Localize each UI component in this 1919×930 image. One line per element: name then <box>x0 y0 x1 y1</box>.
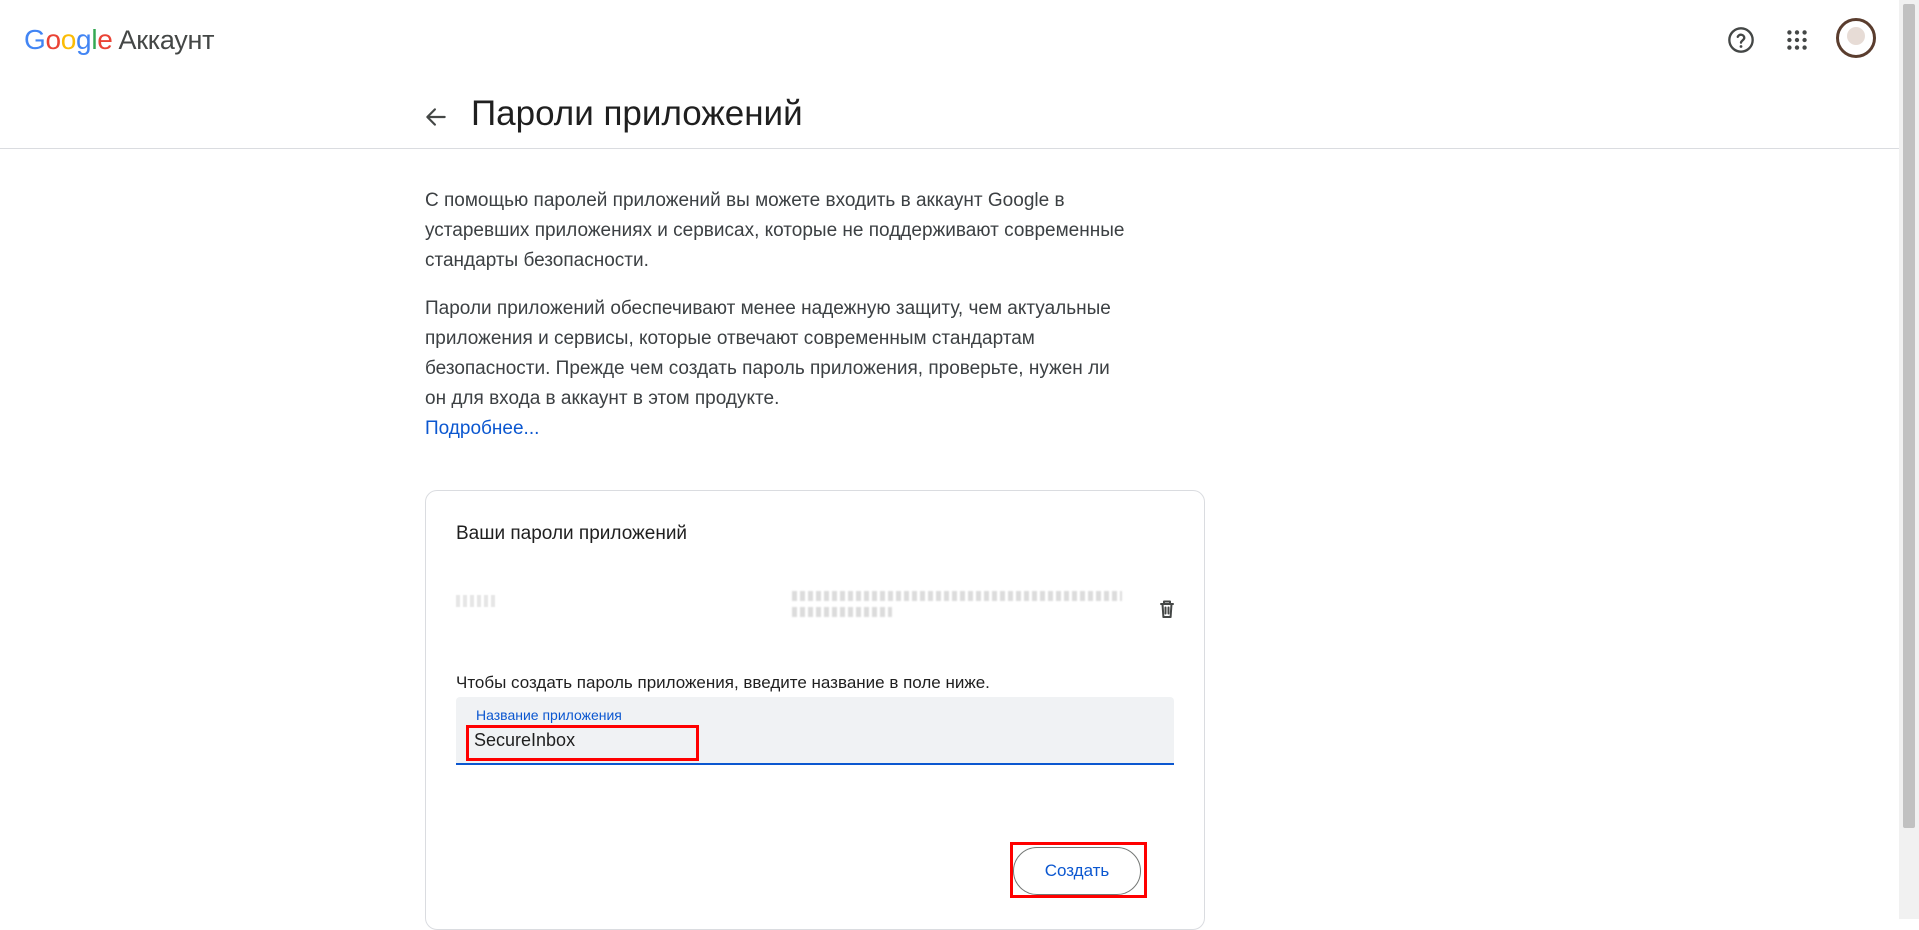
card-title: Ваши пароли приложений <box>456 523 688 544</box>
password-date-redacted-2 <box>792 607 892 617</box>
top-bar: Google Аккаунт <box>0 0 1899 82</box>
create-hint: Чтобы создать пароль приложения, введите… <box>456 673 990 692</box>
apps-grid-icon[interactable] <box>1779 22 1815 58</box>
page-scrollbar[interactable] <box>1899 0 1919 919</box>
description: С помощью паролей приложений вы можете в… <box>425 186 1125 444</box>
page-title: Пароли приложений <box>471 94 803 133</box>
trash-icon[interactable] <box>1149 591 1185 627</box>
product-name: Аккаунт <box>118 25 215 55</box>
password-row <box>456 579 1174 639</box>
page-header: Пароли приложений <box>0 82 1899 149</box>
description-paragraph-1: С помощью паролей приложений вы можете в… <box>425 190 1125 271</box>
arrow-back-icon[interactable] <box>418 99 454 135</box>
scrollbar-thumb[interactable] <box>1903 4 1915 828</box>
learn-more-link[interactable]: Подробнее... <box>425 418 539 439</box>
google-account-logo[interactable]: Google Аккаунт <box>24 24 214 56</box>
user-avatar[interactable] <box>1836 18 1876 58</box>
app-name-field[interactable]: Название приложения <box>456 697 1174 765</box>
app-passwords-card: Ваши пароли приложений Чтобы создать пар… <box>425 490 1205 930</box>
app-name-label: Название приложения <box>476 707 622 723</box>
description-paragraph-2: Пароли приложений обеспечивают менее над… <box>425 298 1111 439</box>
create-button[interactable]: Создать <box>1013 847 1141 895</box>
password-date-redacted <box>792 591 1122 601</box>
app-name-input[interactable] <box>474 727 1154 753</box>
help-icon[interactable] <box>1723 22 1759 58</box>
password-name-redacted <box>456 595 498 607</box>
